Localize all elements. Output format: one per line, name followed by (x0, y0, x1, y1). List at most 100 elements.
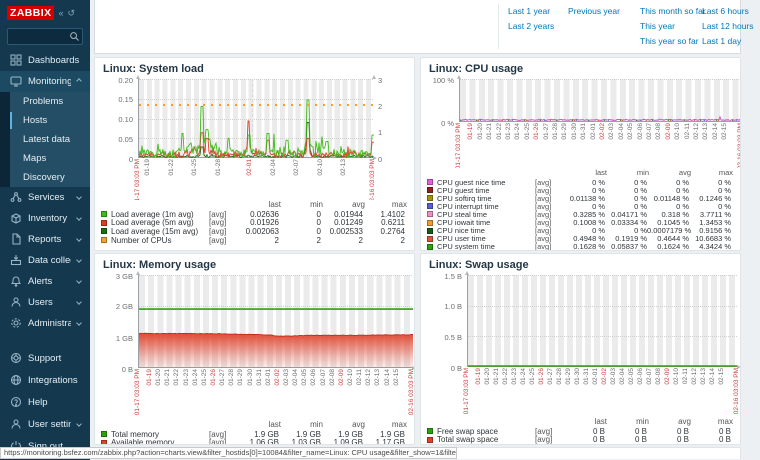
x-axis-label: 01-19 (475, 368, 482, 385)
x-axis-label: 01-21 (486, 123, 493, 140)
x-axis-label: 02-13 (374, 369, 381, 386)
sidebar-item-maps[interactable]: Maps (0, 149, 90, 168)
sidebar-item-alerts[interactable]: Alerts (0, 271, 90, 292)
legend-row-number-of-cpus: Number of CPUs[avg]2222 (101, 236, 408, 245)
x-axis-label: 01-20 (155, 369, 162, 386)
y-axis-label: 0.05 (95, 135, 133, 144)
sidebar-item-reports[interactable]: Reports (0, 229, 90, 250)
collapse-sidebar-icon[interactable]: « (58, 9, 63, 18)
time-range-link-this-year[interactable]: This year (640, 21, 675, 31)
sidebar-item-users[interactable]: Users (0, 292, 90, 313)
x-axis-label: 02-09 (338, 369, 345, 386)
sidebar-item-support[interactable]: Support (0, 347, 90, 369)
legend-row-load-average-1m-avg-: Load average (1m avg)[avg]0.0263600.0194… (101, 210, 408, 219)
search-icon (69, 29, 80, 47)
x-axis-label: 02-04 (619, 368, 626, 385)
legend-header: lastminavgmax (427, 168, 734, 177)
sidebar-item-user-settings[interactable]: User settings (0, 413, 90, 435)
x-axis-label: 01-20 (484, 368, 491, 385)
chart-panel-cpu-usage: Linux: CPU usage100 %0 %01-17 03:03 PM01… (420, 57, 741, 251)
inventory-icon (9, 212, 22, 224)
sidebar-item-discovery[interactable]: Discovery (0, 168, 90, 187)
x-axis-label: 01-22 (502, 368, 509, 385)
x-axis-label: 02-02 (601, 368, 608, 385)
chevron-up-icon (76, 78, 82, 84)
legend-swatch (101, 431, 107, 437)
time-range-link-this-year-so-far[interactable]: This year so far (640, 36, 699, 46)
x-axis-label: 01-31 (580, 123, 587, 140)
time-range-link-last-2-years[interactable]: Last 2 years (508, 21, 554, 31)
x-axis-label: 02-13 (700, 368, 707, 385)
x-axis-label: 02-07 (646, 368, 653, 385)
chart-panel-memory-usage: Linux: Memory usage3 GB2 GB1 GB0 B01-17 … (94, 253, 415, 445)
autohide-sidebar-icon[interactable]: ↺ (68, 9, 76, 18)
sidebar-item-latest-data[interactable]: Latest data (0, 130, 90, 149)
sidebar-item-help[interactable]: Help (0, 391, 90, 413)
x-axis-label: 02-16 03:03 PM (733, 368, 740, 414)
x-axis-label: 02-10 (674, 123, 681, 140)
y-axis-label: 2 GB (95, 302, 133, 311)
graph-plot-system-load[interactable] (138, 79, 373, 158)
graph-plot-memory-usage[interactable] (138, 275, 412, 368)
chevron-down-icon (76, 236, 82, 242)
sidebar-item-integrations[interactable]: Integrations (0, 369, 90, 391)
x-axis-label: 02-16 03:03 PM (737, 123, 741, 168)
x-axis-label: 02-01 (265, 369, 272, 386)
main-area: Last 1 year Last 2 years Previous year This… (90, 0, 746, 460)
chevron-down-icon (76, 194, 82, 200)
sidebar-item-problems[interactable]: Problems (0, 92, 90, 111)
chart-panel-system-load: Linux: System load0.200.150.100.05032100… (94, 57, 415, 251)
x-axis-labels: 01-17 03:03 PM01-1901-2201-2501-2802-010… (95, 158, 414, 200)
time-range-link-this-month-so-far[interactable]: This month so far (640, 6, 706, 16)
y-axis-label: 0.5 B (421, 333, 462, 342)
chart-legend: lastminavgmaxFree swap space[avg]0 B0 B0… (421, 417, 740, 444)
time-range-link-previous-year[interactable]: Previous year (568, 6, 620, 16)
x-axis-label: 01-19 (144, 159, 151, 176)
monitoring-icon (9, 75, 22, 87)
axis-arrow (136, 271, 140, 275)
chevron-down-icon (76, 257, 82, 263)
x-axis-label: 02-13 (340, 159, 347, 176)
chart-title-memory-usage: Linux: Memory usage (95, 254, 414, 275)
x-axis-label: 01-28 (552, 123, 559, 140)
y-axis-label: 0.15 (95, 95, 133, 104)
plot-zone: 0.200.150.100.0503210 (95, 79, 414, 158)
y-axis-label: 1 GB (95, 334, 133, 343)
sidebar-item-inventory[interactable]: Inventory (0, 208, 90, 229)
x-axis-label: 02-03 (283, 369, 290, 386)
sidebar-item-data-collection[interactable]: Data collection (0, 250, 90, 271)
sidebar-item-hosts[interactable]: Hosts (0, 111, 90, 130)
time-range-link-last-6-hours[interactable]: Last 6 hours (702, 6, 749, 16)
x-axis-label: 01-17 03:03 PM (455, 123, 462, 168)
sidebar-utility-nav: SupportIntegrationsHelpUser settingsSign… (0, 347, 90, 457)
sidebar-item-dashboards[interactable]: Dashboards (0, 50, 90, 71)
y-axis-label-right: 3 (378, 76, 382, 85)
graph-plot-cpu-usage[interactable] (459, 79, 741, 122)
x-axis-label: 02-07 (320, 369, 327, 386)
zabbix-logo[interactable]: ZABBIX (7, 6, 54, 20)
time-range-link-last-1-day[interactable]: Last 1 day (702, 36, 741, 46)
legend-swatch (427, 220, 433, 226)
plot-zone: 100 %0 % (421, 79, 740, 122)
time-range-link-last-1-year[interactable]: Last 1 year (508, 6, 550, 16)
x-axis-label: 02-15 (393, 369, 400, 386)
legend-row-total-swap-space: Total swap space[avg]0 B0 B0 B0 B (427, 436, 734, 445)
plot-zone: 3 GB2 GB1 GB0 B (95, 275, 414, 368)
x-axis-label: 02-03 (608, 123, 615, 140)
x-axis-label: 02-07 (646, 123, 653, 140)
legend-swatch (101, 228, 107, 234)
x-axis-label: 02-14 (384, 369, 391, 386)
sidebar-item-administration[interactable]: Administration (0, 313, 90, 334)
time-range-link-last-12-hours[interactable]: Last 12 hours (702, 21, 754, 31)
sidebar-item-monitoring[interactable]: Monitoring (0, 71, 90, 92)
axis-arrow (372, 75, 376, 79)
sidebar-item-services[interactable]: Services (0, 187, 90, 208)
x-axis-label: 01-29 (237, 369, 244, 386)
x-axis-label: 02-10 (317, 159, 324, 176)
x-axis-label: 02-05 (301, 369, 308, 386)
x-axis-labels: 01-17 03:03 PM01-1901-2001-2101-2201-230… (421, 367, 740, 417)
monitoring-submenu: ProblemsHostsLatest dataMapsDiscovery (0, 92, 90, 187)
chart-legend: lastminavgmaxCPU guest nice time[avg]0 %… (421, 168, 740, 251)
cpu-count-line (139, 104, 373, 106)
graph-plot-swap-usage[interactable] (467, 275, 737, 367)
